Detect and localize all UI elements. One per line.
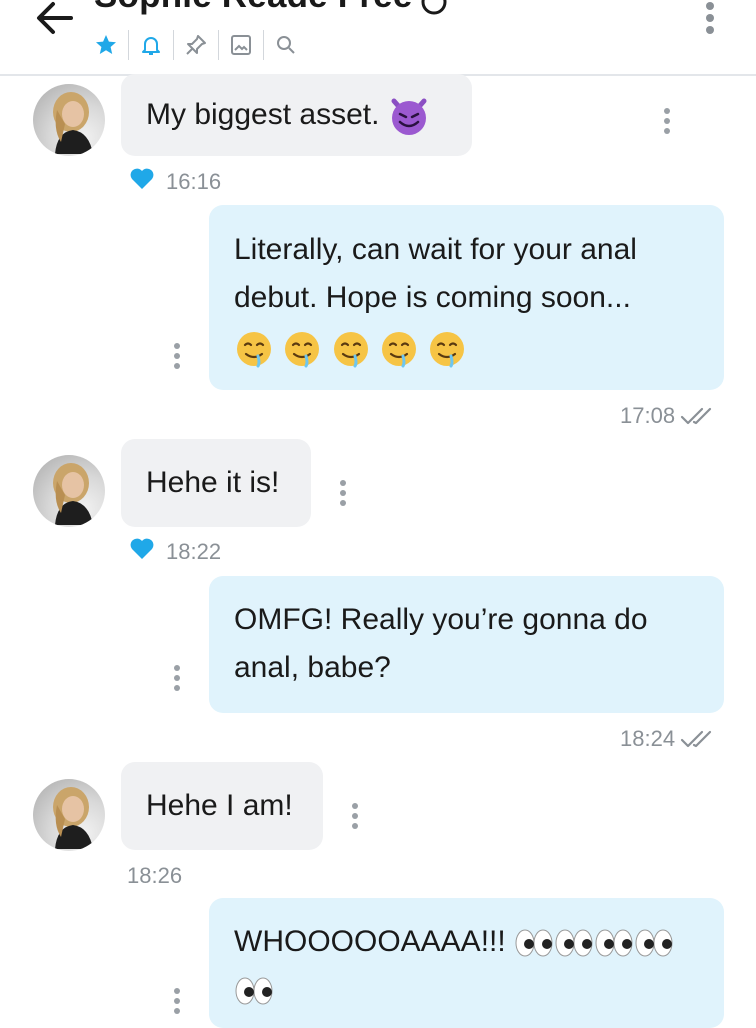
favorite-button[interactable] [90, 28, 122, 62]
message-time: 16:16 [166, 169, 222, 194]
message-time: 18:24 [620, 726, 676, 751]
avatar-photo [53, 787, 93, 849]
message-options-button[interactable] [172, 986, 182, 1016]
back-button[interactable] [33, 0, 77, 40]
emoji-row [234, 324, 699, 372]
star-icon [96, 35, 116, 54]
message-bubble-incoming[interactable]: My biggest asset. [121, 74, 472, 156]
message-text: My biggest asset. [146, 98, 388, 131]
chat-header: Sophie Reade Free [0, 0, 756, 76]
double-check-read-icon [680, 407, 712, 425]
heart-liked-icon[interactable] [129, 537, 155, 561]
eyes-emoji-icon [515, 929, 553, 957]
emoji-row [234, 966, 699, 1014]
eyes-emoji-icon [235, 977, 273, 1005]
toolbar-divider [128, 30, 129, 60]
drooling-face-emoji-icon [382, 332, 417, 368]
message-text: WHOOOOOAAAA!!! [234, 925, 515, 958]
notifications-button[interactable] [135, 28, 167, 62]
message-bubble-incoming[interactable]: Hehe it is! [121, 439, 311, 527]
avatar-photo [53, 92, 93, 154]
avatar[interactable] [33, 455, 105, 527]
drooling-face-emoji-icon [333, 332, 368, 368]
message-bubble-outgoing[interactable]: WHOOOOOAAAA!!! [209, 898, 724, 1028]
chat-title[interactable]: Sophie Reade Free [94, 0, 413, 16]
more-options-button[interactable] [696, 0, 726, 40]
message-text: Hehe I am! [146, 789, 293, 822]
message-bubble-incoming[interactable]: Hehe I am! [121, 762, 323, 850]
toolbar-divider [218, 30, 219, 60]
message-bubble-outgoing[interactable]: Literally, can wait for your anal debut.… [209, 205, 724, 390]
search-icon [277, 36, 295, 54]
chat-toolbar [90, 28, 302, 62]
message-text: Hehe it is! [146, 466, 280, 499]
bell-icon [142, 37, 160, 55]
image-icon [231, 35, 251, 55]
emoji-row [514, 925, 674, 958]
message-options-button[interactable] [172, 341, 182, 371]
drooling-face-emoji-icon [285, 332, 320, 368]
smiling-imp-emoji-icon [391, 98, 427, 136]
avatar-photo [53, 463, 93, 525]
media-button[interactable] [225, 28, 257, 62]
pinned-button[interactable] [180, 28, 212, 62]
toolbar-divider [173, 30, 174, 60]
message-bubble-outgoing[interactable]: OMFG! Really you’re gonna do anal, babe? [209, 576, 724, 713]
message-options-button[interactable] [350, 801, 360, 831]
message-options-button[interactable] [662, 106, 672, 136]
arrow-left-icon [37, 2, 73, 34]
eyes-emoji-icon [635, 929, 673, 957]
message-text: OMFG! Really you’re gonna do anal, babe? [234, 603, 648, 684]
toolbar-divider [263, 30, 264, 60]
avatar[interactable] [33, 779, 105, 851]
verified-badge-icon [421, 0, 447, 15]
message-text: Literally, can wait for your anal debut.… [234, 233, 637, 314]
pin-icon [186, 35, 206, 55]
message-time: 18:26 [127, 863, 183, 888]
drooling-face-emoji-icon [430, 332, 465, 368]
avatar[interactable] [33, 84, 105, 156]
message-options-button[interactable] [338, 478, 348, 508]
message-options-button[interactable] [172, 663, 182, 693]
message-time: 18:22 [166, 539, 222, 564]
drooling-face-emoji-icon [237, 332, 271, 368]
message-time: 17:08 [620, 403, 676, 428]
eyes-emoji-icon [595, 929, 633, 957]
heart-liked-icon[interactable] [129, 167, 155, 191]
eyes-emoji-icon [555, 929, 593, 957]
more-vertical-icon [706, 2, 714, 34]
search-button[interactable] [270, 28, 302, 62]
double-check-read-icon [680, 730, 712, 748]
